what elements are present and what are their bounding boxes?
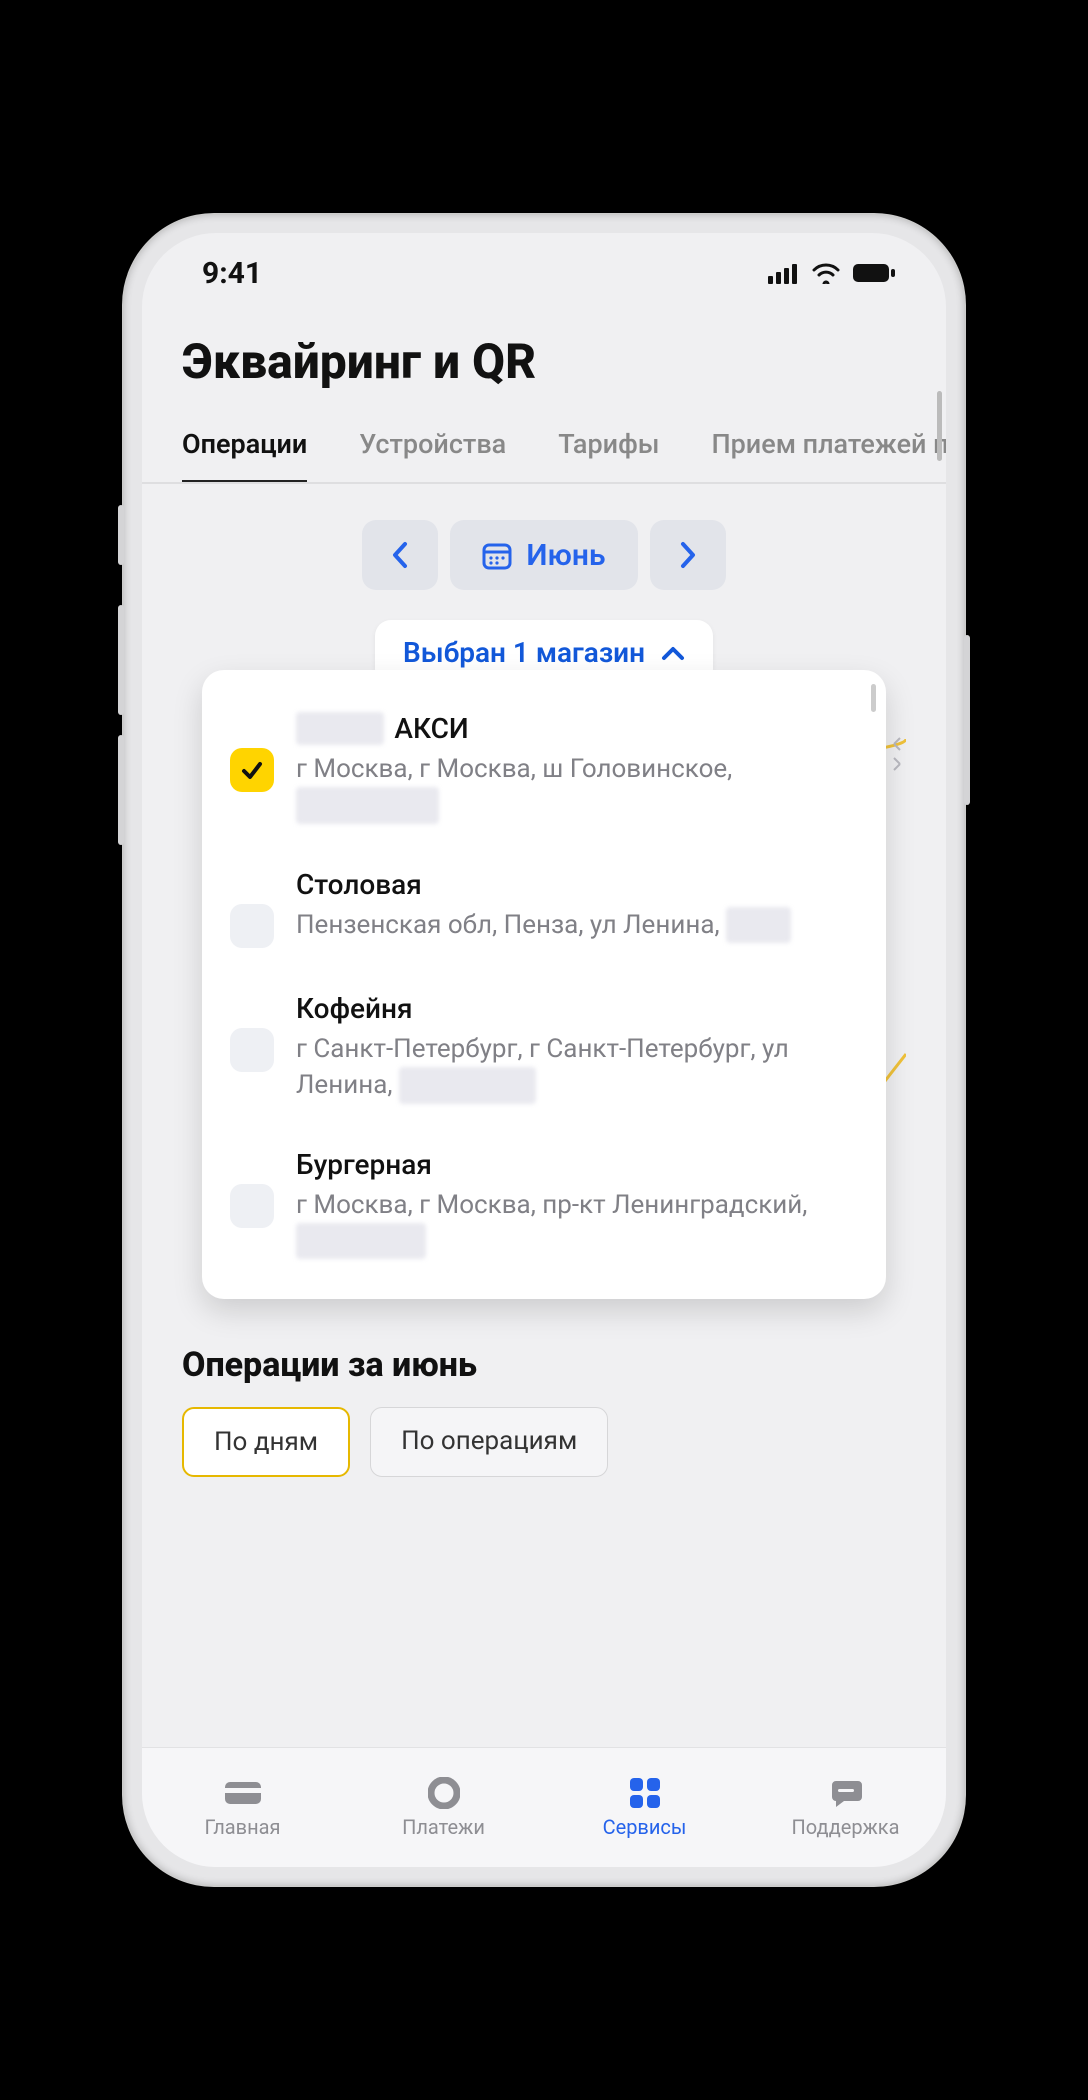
segment-by-day[interactable]: По дням — [182, 1407, 350, 1477]
nav-label: Поддержка — [791, 1815, 899, 1839]
store-title: Кофейня — [296, 992, 412, 1025]
month-label: Июнь — [526, 538, 605, 573]
nav-label: Платежи — [402, 1815, 485, 1839]
store-address: г Москва, г Москва, пр-кт Ленинградский, — [296, 1190, 807, 1220]
hw-button — [118, 505, 124, 565]
store-option-text: Бургерная г Москва, г Москва, пр-кт Лени… — [296, 1148, 858, 1260]
tab-qr-payments[interactable]: Прием платежей по — [711, 418, 946, 482]
page-title: Эквайринг и QR — [142, 313, 946, 418]
censored-text: XXX XXXXX — [399, 1067, 536, 1103]
nav-support[interactable]: Поддержка — [745, 1748, 946, 1867]
scrollbar[interactable] — [937, 391, 942, 461]
battery-icon — [852, 262, 896, 284]
store-address: г Москва, г Москва, ш Головинское, — [296, 754, 732, 784]
nav-home[interactable]: Главная — [142, 1748, 343, 1867]
tab-operations[interactable]: Операции — [182, 418, 307, 482]
store-dropdown: XXXXX АКСИ г Москва, г Москва, ш Головин… — [202, 670, 886, 1299]
store-option-text: XXXXX АКСИ г Москва, г Москва, ш Головин… — [296, 712, 858, 824]
store-option[interactable]: Бургерная г Москва, г Москва, пр-кт Лени… — [230, 1134, 858, 1290]
circle-icon — [423, 1777, 465, 1809]
check-icon — [239, 757, 265, 783]
store-checkbox[interactable] — [230, 1184, 274, 1228]
status-icons — [768, 262, 896, 284]
tab-tariffs[interactable]: Тарифы — [558, 418, 659, 482]
nav-label: Сервисы — [603, 1815, 687, 1839]
store-checkbox[interactable] — [230, 1028, 274, 1072]
next-month-button[interactable] — [650, 520, 726, 590]
store-option[interactable]: Столовая Пензенская обл, Пенза, ул Ленин… — [230, 854, 858, 978]
store-selector-label: Выбран 1 магазин — [403, 636, 645, 669]
wifi-icon — [810, 262, 842, 284]
store-option[interactable]: Кофейня г Санкт-Петербург, г Санкт-Петер… — [230, 978, 858, 1134]
store-title: Бургерная — [296, 1148, 432, 1181]
tabs: Операции Устройства Тарифы Прием платеже… — [142, 418, 946, 484]
chevron-left-icon — [391, 541, 409, 569]
phone-frame: 9:41 Эквайринг и QR Операции Устройства … — [124, 215, 964, 1885]
status-time: 9:41 — [202, 256, 262, 291]
nav-payments[interactable]: Платежи — [343, 1748, 544, 1867]
view-segments: По дням По операциям — [182, 1385, 906, 1477]
nav-services[interactable]: Сервисы — [544, 1748, 745, 1867]
censored-text: XXXXX — [296, 712, 384, 745]
content: Июнь Выбран 1 магазин — [142, 484, 946, 1747]
store-address: г Санкт-Петербург, г Санкт-Петербург, ул… — [296, 1034, 789, 1100]
status-bar: 9:41 — [142, 233, 946, 313]
store-title: Столовая — [296, 868, 422, 901]
censored-text: XXXXXXXX — [296, 1223, 426, 1259]
store-checkbox[interactable] — [230, 904, 274, 948]
cellular-icon — [768, 262, 800, 284]
chevron-right-icon — [679, 541, 697, 569]
chat-icon — [825, 1777, 867, 1809]
card-icon — [222, 1777, 264, 1809]
bottom-nav: Главная Платежи Сервисы Поддержка — [142, 1747, 946, 1867]
screen: 9:41 Эквайринг и QR Операции Устройства … — [142, 233, 946, 1867]
store-title: АКСИ — [394, 712, 468, 745]
store-option[interactable]: XXXXX АКСИ г Москва, г Москва, ш Головин… — [230, 698, 858, 854]
hw-button — [118, 605, 124, 715]
prev-month-button[interactable] — [362, 520, 438, 590]
store-option-text: Кофейня г Санкт-Петербург, г Санкт-Петер… — [296, 992, 858, 1104]
chevron-up-icon — [661, 645, 685, 661]
nav-label: Главная — [204, 1815, 280, 1839]
hw-button — [118, 735, 124, 845]
hw-button — [964, 635, 970, 805]
tab-devices[interactable]: Устройства — [359, 418, 506, 482]
store-address: Пензенская обл, Пенза, ул Ленина, — [296, 910, 720, 940]
grid-icon — [624, 1777, 666, 1809]
segment-by-operation[interactable]: По операциям — [370, 1407, 608, 1477]
month-select-button[interactable]: Июнь — [450, 520, 637, 590]
store-checkbox[interactable] — [230, 748, 274, 792]
store-option-text: Столовая Пензенская обл, Пенза, ул Ленин… — [296, 868, 858, 943]
censored-text: XX XXXXX X — [296, 787, 439, 823]
dropdown-scrollbar[interactable] — [871, 684, 876, 712]
month-picker: Июнь — [182, 520, 906, 590]
calendar-icon — [482, 540, 512, 570]
censored-text: XXXX — [726, 907, 791, 943]
operations-title: Операции за июнь — [182, 1345, 906, 1385]
